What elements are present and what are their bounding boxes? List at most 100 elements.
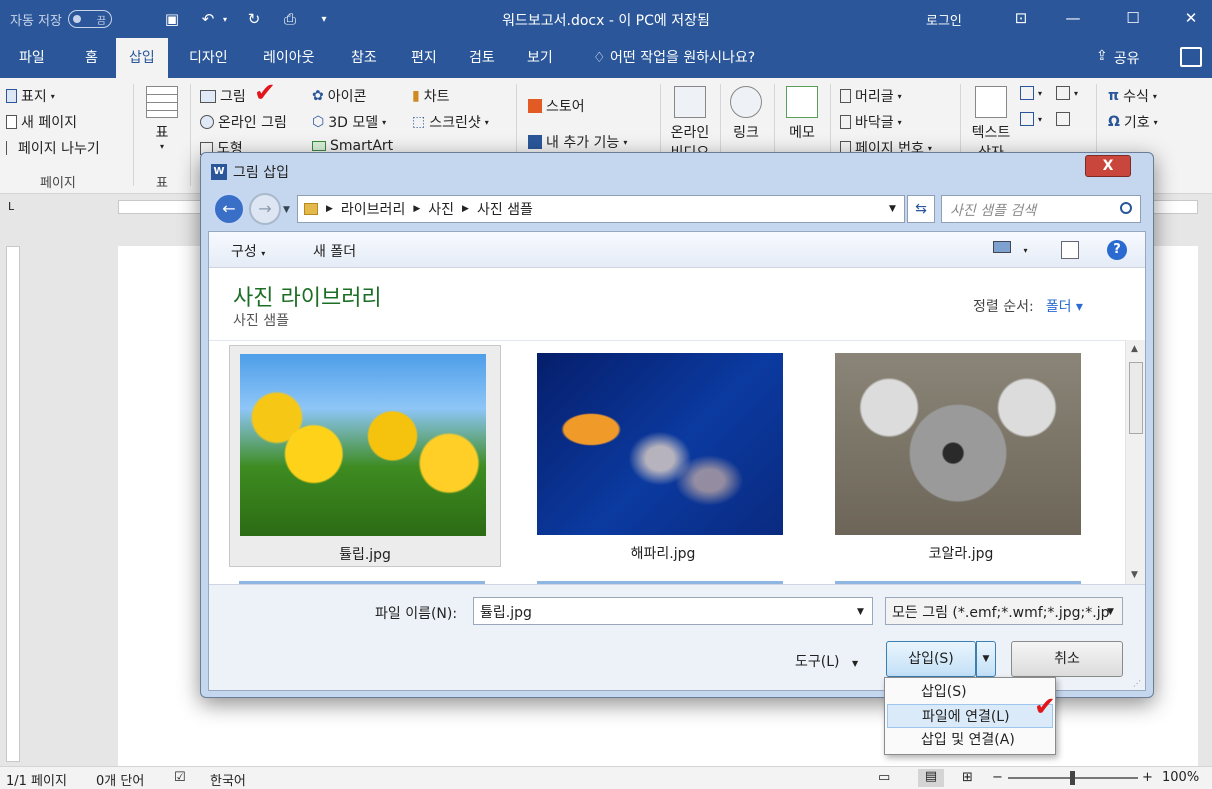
tab-references[interactable]: 참조 [338, 38, 390, 78]
scroll-down-icon[interactable]: ▼ [1131, 570, 1138, 580]
insert-options-dropdown[interactable]: ▼ [976, 641, 996, 677]
table-button[interactable]: 표 ▾ [142, 86, 182, 151]
store-button[interactable]: 스토어 [528, 96, 585, 116]
footer-button[interactable]: 바닥글 ▾ [840, 112, 902, 132]
organize-button[interactable]: 구성 ▾ [231, 241, 265, 261]
file-name-dropdown-icon[interactable]: ▼ [857, 607, 864, 617]
address-bar[interactable]: ▶ 라이브러리 ▶ 사진 ▶ 사진 샘플 [297, 195, 905, 223]
file-type-dropdown-icon[interactable]: ▼ [1107, 607, 1114, 617]
file-item-tulips[interactable]: 튤립.jpg [229, 345, 501, 567]
breadcrumb-separator-icon[interactable]: ▶ [462, 204, 469, 214]
new-folder-button[interactable]: 새 폴더 [313, 241, 356, 261]
search-input[interactable]: 사진 샘플 검색 [941, 195, 1141, 223]
tab-file[interactable]: 파일 [6, 38, 58, 78]
read-mode-icon[interactable]: ▭ [878, 770, 890, 785]
scroll-up-icon[interactable]: ▲ [1131, 344, 1138, 354]
tools-dropdown[interactable]: 도구(L) ▼ [795, 651, 858, 671]
breadcrumb-library[interactable]: 라이브러리 [341, 199, 405, 219]
file-item-partial[interactable] [229, 573, 501, 584]
online-picture-button[interactable]: 온라인 그림 [200, 112, 287, 132]
ribbon-display-icon[interactable]: ⊡ [1008, 6, 1034, 30]
quick-parts-icon[interactable]: ▾ [1020, 86, 1042, 100]
link-button[interactable]: 링크 [724, 86, 768, 142]
print-layout-icon[interactable]: ▤ [918, 769, 944, 787]
search-icon[interactable] [1120, 202, 1132, 214]
comments-icon[interactable] [1180, 47, 1202, 67]
scrollbar-thumb[interactable] [1129, 362, 1143, 434]
equation-button[interactable]: π 수식 ▾ [1108, 86, 1157, 106]
tab-view[interactable]: 보기 [514, 38, 566, 78]
tab-design[interactable]: 디자인 [176, 38, 241, 78]
menu-item-link-to-file[interactable]: 파일에 연결(L) [887, 704, 1053, 728]
memo-button[interactable]: 메모 [780, 86, 824, 142]
cover-page-button[interactable]: 표지 ▾ [6, 86, 55, 106]
page-count[interactable]: 1/1 페이지 [6, 770, 67, 789]
close-icon[interactable]: ✕ [1178, 6, 1204, 30]
header-button[interactable]: 머리글 ▾ [840, 86, 902, 106]
tab-insert[interactable]: 삽입 [116, 38, 168, 78]
tab-review[interactable]: 검토 [456, 38, 508, 78]
tab-stop-icon[interactable]: L [8, 200, 14, 213]
dialog-close-button[interactable]: X [1085, 155, 1131, 177]
menu-item-insert[interactable]: 삽입(S) [887, 680, 1053, 704]
breadcrumb-separator-icon[interactable]: ▶ [326, 204, 333, 214]
breadcrumb-pictures[interactable]: 사진 [428, 199, 454, 219]
file-item-jellyfish[interactable]: 해파리.jpg [527, 345, 799, 567]
zoom-slider-handle[interactable] [1070, 771, 1075, 785]
breadcrumb-separator-icon[interactable]: ▶ [413, 204, 420, 214]
signature-line-icon[interactable]: ▾ [1056, 86, 1078, 100]
file-item-partial[interactable] [825, 573, 1097, 584]
minimize-icon[interactable]: — [1060, 6, 1086, 30]
proofing-icon[interactable]: ☑ [174, 770, 186, 785]
3d-model-button[interactable]: ⬡ 3D 모델 ▾ [312, 112, 386, 132]
recent-locations-icon[interactable]: ▼ [283, 205, 290, 215]
file-item-partial[interactable] [527, 573, 799, 584]
preview-pane-icon[interactable] [1061, 241, 1079, 259]
online-video-button[interactable]: 온라인 비디오 [664, 86, 716, 162]
wordart-icon[interactable]: ▾ [1020, 112, 1042, 126]
group-divider [190, 84, 191, 186]
tell-me-box[interactable]: ♢ 어떤 작업을 원하시나요? [580, 38, 768, 78]
web-layout-icon[interactable]: ⊞ [962, 770, 973, 785]
word-count[interactable]: 0개 단어 [96, 770, 144, 789]
tell-me-text: 어떤 작업을 원하시나요? [610, 50, 756, 66]
back-button[interactable]: ← [213, 193, 245, 225]
sort-value-dropdown[interactable]: 폴더 ▾ [1046, 299, 1083, 315]
chart-button[interactable]: ▮ 차트 [412, 86, 449, 106]
ruler-bar[interactable] [6, 246, 20, 762]
file-item-koala[interactable]: 코알라.jpg [825, 345, 1097, 567]
screenshot-button[interactable]: ⬚ 스크린샷 ▾ [412, 112, 489, 132]
picture-button[interactable]: 그림 [200, 86, 246, 106]
symbol-button[interactable]: Ω 기호 ▾ [1108, 112, 1158, 132]
date-time-icon[interactable] [1056, 112, 1070, 126]
tab-layout[interactable]: 레이아웃 [250, 38, 328, 78]
page-break-button[interactable]: 페이지 나누기 [6, 138, 100, 158]
help-icon[interactable]: ? [1107, 240, 1127, 260]
cancel-button[interactable]: 취소 [1011, 641, 1123, 677]
share-button[interactable]: ⇪ 공유 [1096, 48, 1140, 68]
login-link[interactable]: 로그인 [926, 10, 962, 29]
tab-mailings[interactable]: 편지 [398, 38, 450, 78]
tools-label: 도구(L) [795, 654, 840, 670]
address-dropdown-icon[interactable]: ▼ [889, 204, 896, 214]
textbox-button[interactable]: 텍스트 상자 [966, 86, 1016, 162]
maximize-icon[interactable]: ☐ [1120, 6, 1146, 30]
refresh-button[interactable]: ⇆ [907, 195, 935, 223]
zoom-level[interactable]: 100% [1162, 770, 1199, 785]
new-page-button[interactable]: 새 페이지 [6, 112, 77, 132]
breadcrumb-sample-pictures[interactable]: 사진 샘플 [477, 199, 533, 219]
language[interactable]: 한국어 [210, 770, 246, 789]
zoom-out-icon[interactable]: − [992, 770, 1003, 785]
zoom-in-icon[interactable]: + [1142, 770, 1153, 785]
menu-item-insert-and-link[interactable]: 삽입 및 연결(A) [887, 728, 1053, 752]
vertical-scrollbar[interactable]: ▲ ▼ [1125, 340, 1145, 584]
file-type-select[interactable]: 모든 그림 (*.emf;*.wmf;*.jpg;*.jp [885, 597, 1123, 625]
insert-button[interactable]: 삽입(S) [886, 641, 976, 677]
view-options-icon[interactable]: ▾ [993, 241, 1027, 257]
tab-home[interactable]: 홈 [72, 38, 111, 78]
my-addins-button[interactable]: 내 추가 기능 ▾ [528, 132, 627, 152]
forward-button[interactable]: → [249, 193, 281, 225]
icons-button[interactable]: ✿ 아이콘 [312, 86, 366, 106]
resize-grip-icon[interactable]: ⋰ [1133, 679, 1141, 688]
file-name-input[interactable]: 튤립.jpg [473, 597, 873, 625]
